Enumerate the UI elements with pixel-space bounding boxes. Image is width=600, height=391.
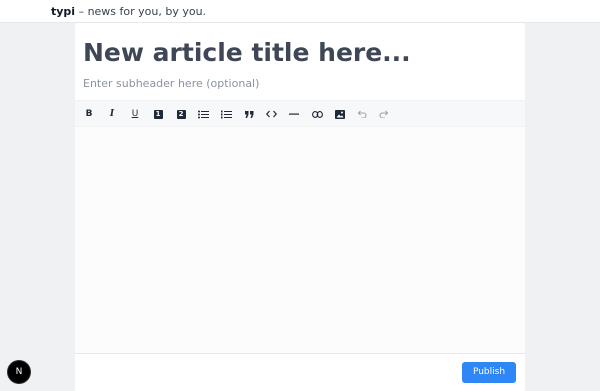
ordered-list-icon xyxy=(220,110,232,118)
horizontal-rule-icon xyxy=(289,113,299,115)
top-bar: typi – news for you, by you. xyxy=(0,0,600,23)
bullet-list-button[interactable] xyxy=(193,104,213,124)
bullet-list-icon xyxy=(197,110,209,118)
heading-2-icon: 2 xyxy=(176,109,186,119)
nextjs-badge-letter: N xyxy=(15,367,23,377)
editor-footer: Publish xyxy=(75,353,525,391)
heading-1-icon: 1 xyxy=(153,109,163,119)
ordered-list-button[interactable] xyxy=(216,104,236,124)
undo-icon xyxy=(357,110,367,118)
italic-icon: I xyxy=(109,109,115,119)
brand-name[interactable]: typi xyxy=(51,5,75,18)
code-button[interactable] xyxy=(261,104,281,124)
horizontal-rule-button[interactable] xyxy=(284,104,304,124)
image-icon xyxy=(335,109,345,119)
heading-2-button[interactable]: 2 xyxy=(171,104,191,124)
bold-icon: B xyxy=(85,109,93,119)
link-icon xyxy=(311,110,323,118)
article-editor: B I U 1 2 xyxy=(75,23,525,391)
italic-button[interactable]: I xyxy=(102,104,122,124)
bold-button[interactable]: B xyxy=(79,104,99,124)
article-title-input[interactable] xyxy=(83,37,513,69)
brand[interactable]: typi – news for you, by you. xyxy=(51,5,206,18)
article-body-editor[interactable] xyxy=(75,127,525,353)
quote-icon xyxy=(244,110,253,118)
underline-button[interactable]: U xyxy=(125,104,145,124)
image-button[interactable] xyxy=(330,104,350,124)
underline-icon: U xyxy=(131,109,139,119)
formatting-toolbar: B I U 1 2 xyxy=(75,100,525,127)
link-button[interactable] xyxy=(307,104,327,124)
publish-button[interactable]: Publish xyxy=(462,362,516,383)
code-icon xyxy=(265,110,277,118)
undo-button[interactable] xyxy=(352,104,372,124)
redo-button[interactable] xyxy=(374,104,394,124)
redo-icon xyxy=(379,110,389,118)
brand-tagline: – news for you, by you. xyxy=(75,5,207,18)
heading-1-button[interactable]: 1 xyxy=(148,104,168,124)
blockquote-button[interactable] xyxy=(239,104,259,124)
article-subheader-input[interactable] xyxy=(83,76,513,92)
nextjs-icon[interactable]: N xyxy=(8,361,30,383)
